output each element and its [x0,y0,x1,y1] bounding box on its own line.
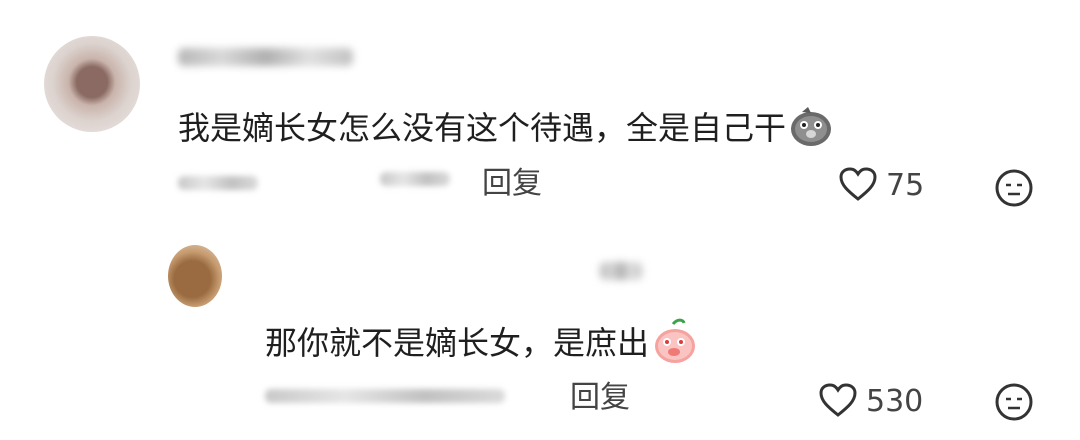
heart-outline-icon [818,382,858,422]
like-count: 75 [886,168,925,203]
peach-covering-mouth-emoji-icon [651,316,701,374]
pig-face-emoji-icon [788,103,834,157]
reply-username[interactable] [600,262,642,280]
reply-timestamp [265,389,505,403]
reply-text: 那你就不是嫡长女，是庶出 [265,324,650,362]
reply-reply-button[interactable]: 回复 [570,380,630,416]
reply-body: 那你就不是嫡长女，是庶出 [265,316,701,374]
heart-outline-icon [838,166,878,206]
comment-text: 我是嫡长女怎么没有这个待遇，全是自己干 [178,109,787,147]
reply-like-button[interactable]: 530 [818,382,923,422]
reply-avatar[interactable] [168,245,222,307]
comment-timestamp [178,176,258,190]
reply-like-count: 530 [866,384,924,419]
commenter-username[interactable] [178,48,353,66]
comment-body: 我是嫡长女怎么没有这个待遇，全是自己干 [178,103,834,157]
comment-location [380,172,450,186]
expressionless-face-icon[interactable] [994,168,1034,208]
like-button[interactable]: 75 [838,166,924,206]
reply-button[interactable]: 回复 [482,166,542,202]
commenter-avatar[interactable] [44,36,140,132]
expressionless-face-icon[interactable] [994,382,1034,422]
